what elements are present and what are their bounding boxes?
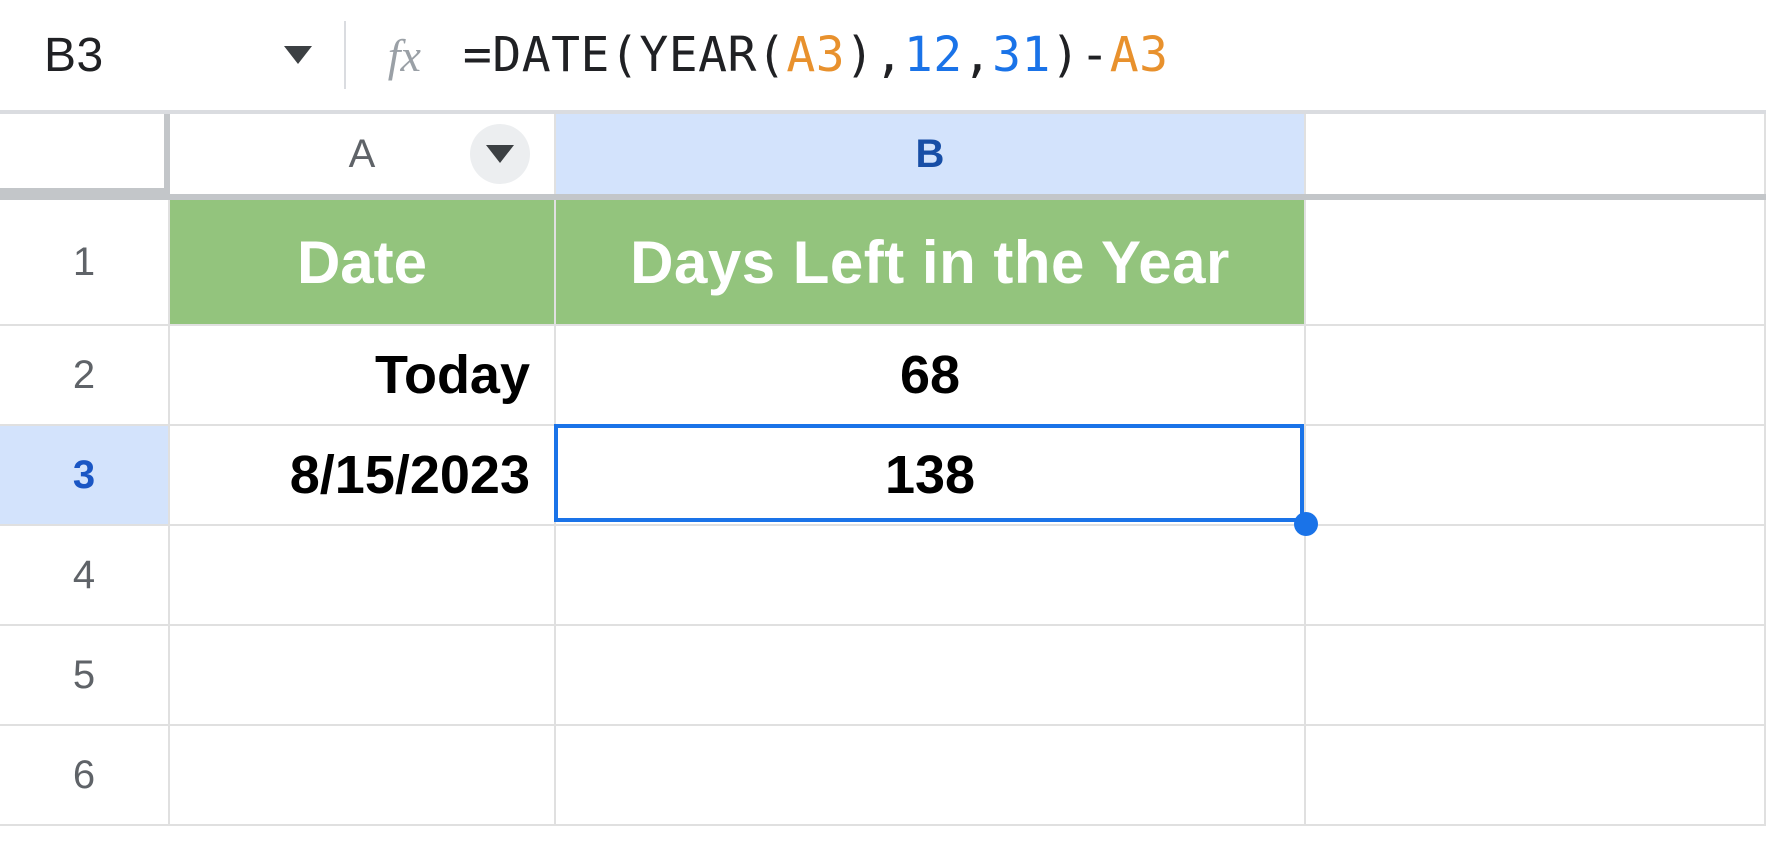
name-box-dropdown-icon[interactable] [284, 46, 312, 64]
name-box[interactable]: B3 [44, 28, 312, 83]
cell-B5[interactable] [556, 626, 1306, 724]
spreadsheet-grid: A B 1 Date Days Left in the Year 2 Today… [0, 114, 1766, 826]
fill-handle[interactable] [1294, 512, 1318, 536]
row-number: 3 [73, 453, 95, 498]
row-header-1[interactable]: 1 [0, 200, 170, 324]
cell-blank[interactable] [1306, 526, 1766, 624]
cell-value: 138 [885, 444, 975, 506]
cell-A4[interactable] [170, 526, 556, 624]
cell-B3[interactable]: 138 [556, 426, 1306, 524]
cell-A5[interactable] [170, 626, 556, 724]
row-number: 5 [73, 653, 95, 698]
row-header-6[interactable]: 6 [0, 726, 170, 824]
cell-A6[interactable] [170, 726, 556, 824]
row-number: 2 [73, 353, 95, 398]
row-number: 1 [73, 240, 95, 285]
cell-value: Date [297, 228, 427, 297]
cell-blank[interactable] [1306, 426, 1766, 524]
column-label: B [916, 132, 945, 177]
fx-icon: fx [388, 29, 421, 82]
cell-B4[interactable] [556, 526, 1306, 624]
row-number: 4 [73, 553, 95, 598]
column-label: A [349, 132, 376, 177]
cell-blank[interactable] [1306, 626, 1766, 724]
cell-value: 68 [900, 344, 960, 406]
cell-A1[interactable]: Date [170, 200, 556, 324]
cell-value: Days Left in the Year [630, 228, 1230, 297]
table-row: 5 [0, 626, 1766, 726]
cell-blank[interactable] [1306, 200, 1766, 324]
cell-value: Today [375, 344, 530, 406]
row-header-2[interactable]: 2 [0, 326, 170, 424]
column-menu-button[interactable] [470, 124, 530, 184]
chevron-down-icon [486, 145, 514, 163]
row-number: 6 [73, 753, 95, 798]
row-header-5[interactable]: 5 [0, 626, 170, 724]
row-header-3[interactable]: 3 [0, 426, 170, 524]
column-header-b[interactable]: B [556, 114, 1306, 194]
column-header-row: A B [0, 114, 1766, 200]
cell-blank[interactable] [1306, 326, 1766, 424]
table-row: 4 [0, 526, 1766, 626]
active-cell-ref: B3 [44, 28, 104, 83]
cell-A3[interactable]: 8/15/2023 [170, 426, 556, 524]
cell-B1[interactable]: Days Left in the Year [556, 200, 1306, 324]
cell-B2[interactable]: 68 [556, 326, 1306, 424]
table-row: 6 [0, 726, 1766, 826]
cell-B6[interactable] [556, 726, 1306, 824]
formula-input[interactable]: =DATE(YEAR(A3),12,31)-A3 [463, 27, 1169, 83]
cell-blank[interactable] [1306, 726, 1766, 824]
column-header-blank[interactable] [1306, 114, 1766, 194]
table-row: 2 Today 68 [0, 326, 1766, 426]
column-header-a[interactable]: A [170, 114, 556, 194]
cell-value: 8/15/2023 [290, 444, 530, 506]
divider [344, 21, 346, 89]
table-row: 1 Date Days Left in the Year [0, 200, 1766, 326]
table-row: 3 8/15/2023 138 [0, 426, 1766, 526]
select-all-corner[interactable] [0, 114, 170, 194]
formula-bar: B3 fx =DATE(YEAR(A3),12,31)-A3 [0, 0, 1766, 110]
row-header-4[interactable]: 4 [0, 526, 170, 624]
cell-A2[interactable]: Today [170, 326, 556, 424]
